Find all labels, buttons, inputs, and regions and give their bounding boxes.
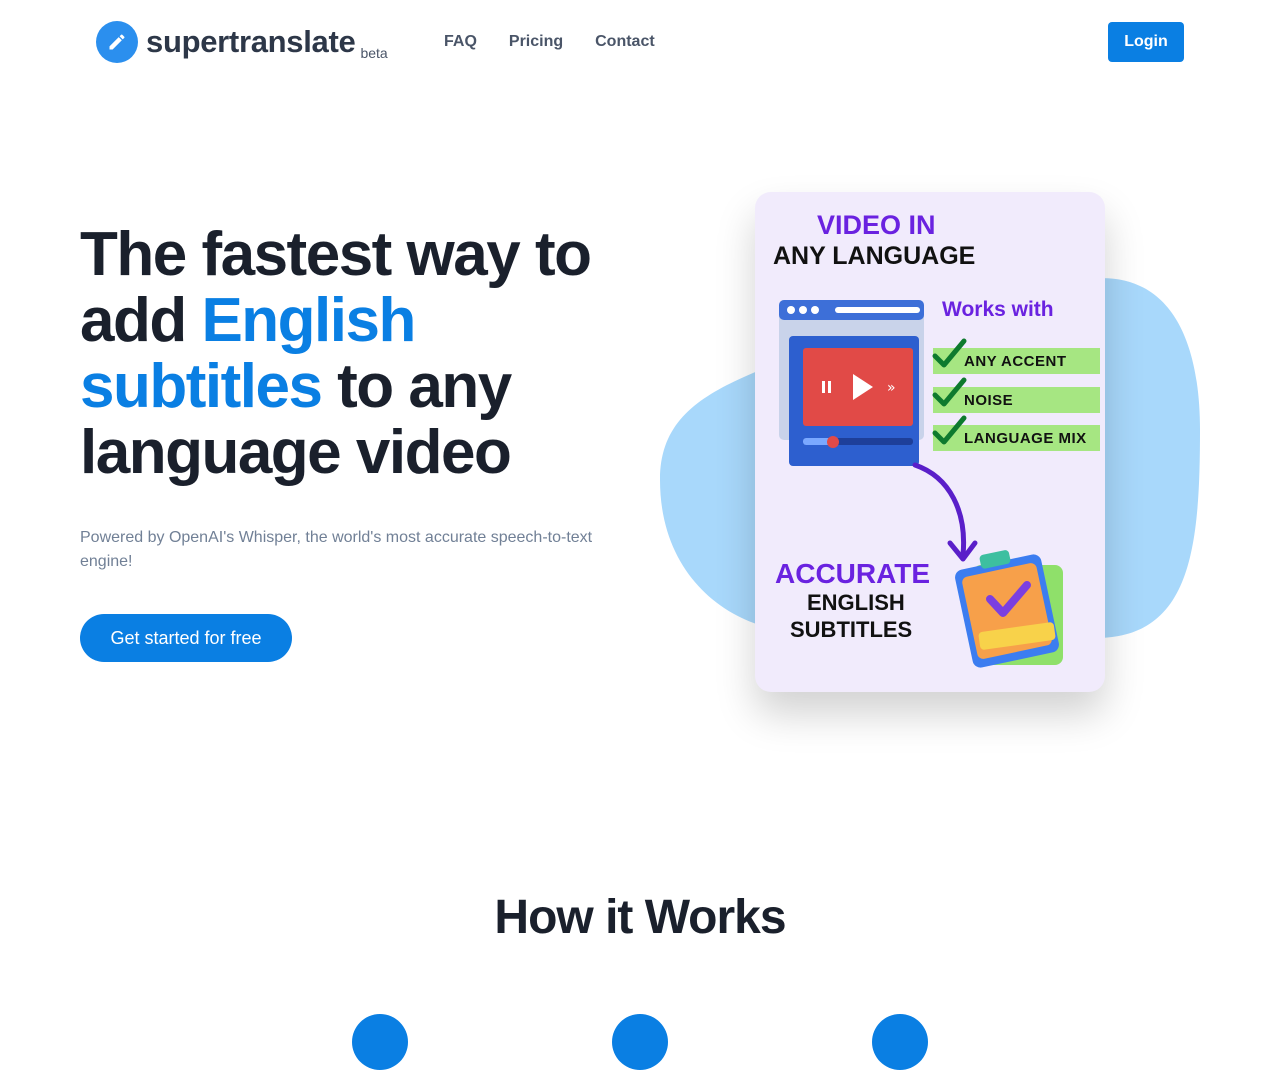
beta-badge: beta bbox=[360, 45, 388, 61]
feature-label: LANGUAGE MIX bbox=[964, 430, 1087, 447]
nav-pricing[interactable]: Pricing bbox=[509, 32, 563, 52]
svg-text:»: » bbox=[887, 380, 896, 396]
result-line1: ACCURATE bbox=[775, 558, 931, 589]
hero-subtitle: Powered by OpenAI's Whisper, the world's… bbox=[80, 529, 593, 570]
card-line1: VIDEO IN bbox=[817, 210, 936, 240]
nav-contact[interactable]: Contact bbox=[595, 32, 655, 52]
check-icon bbox=[932, 338, 967, 368]
header: supertranslate beta FAQ Pricing Contact … bbox=[0, 0, 1280, 84]
pencil-icon bbox=[96, 21, 138, 63]
brand-name: supertranslate bbox=[146, 24, 356, 59]
card-line2: ANY LANGUAGE bbox=[773, 242, 976, 270]
feature-row: LANGUAGE MIX bbox=[932, 415, 1100, 451]
hero-title: The fastest way to add English subtitles… bbox=[80, 222, 640, 486]
feature-row: NOISE bbox=[932, 377, 1100, 413]
step-icon bbox=[352, 1014, 408, 1070]
how-it-works-heading: How it Works bbox=[494, 891, 786, 944]
clipboard-check-icon bbox=[955, 550, 1063, 668]
check-icon bbox=[932, 415, 967, 445]
logo[interactable]: supertranslate beta bbox=[96, 21, 388, 63]
feature-row: ANY ACCENT bbox=[932, 338, 1100, 374]
login-button[interactable]: Login bbox=[1108, 22, 1184, 62]
result-line2: ENGLISH bbox=[807, 590, 905, 615]
video-player-icon: » bbox=[779, 300, 924, 466]
step-icon bbox=[612, 1014, 668, 1070]
nav-faq[interactable]: FAQ bbox=[444, 32, 477, 52]
feature-label: NOISE bbox=[964, 392, 1014, 409]
works-with-heading: Works with bbox=[942, 298, 1054, 321]
feature-card: VIDEO IN ANY LANGUAGE » Works with ANY A… bbox=[755, 192, 1105, 692]
get-started-button[interactable]: Get started for free bbox=[80, 614, 292, 662]
feature-label: ANY ACCENT bbox=[964, 353, 1067, 370]
step-icon bbox=[872, 1014, 928, 1070]
main-nav: FAQ Pricing Contact bbox=[444, 32, 687, 52]
check-icon bbox=[932, 377, 967, 407]
result-line3: SUBTITLES bbox=[790, 617, 913, 642]
